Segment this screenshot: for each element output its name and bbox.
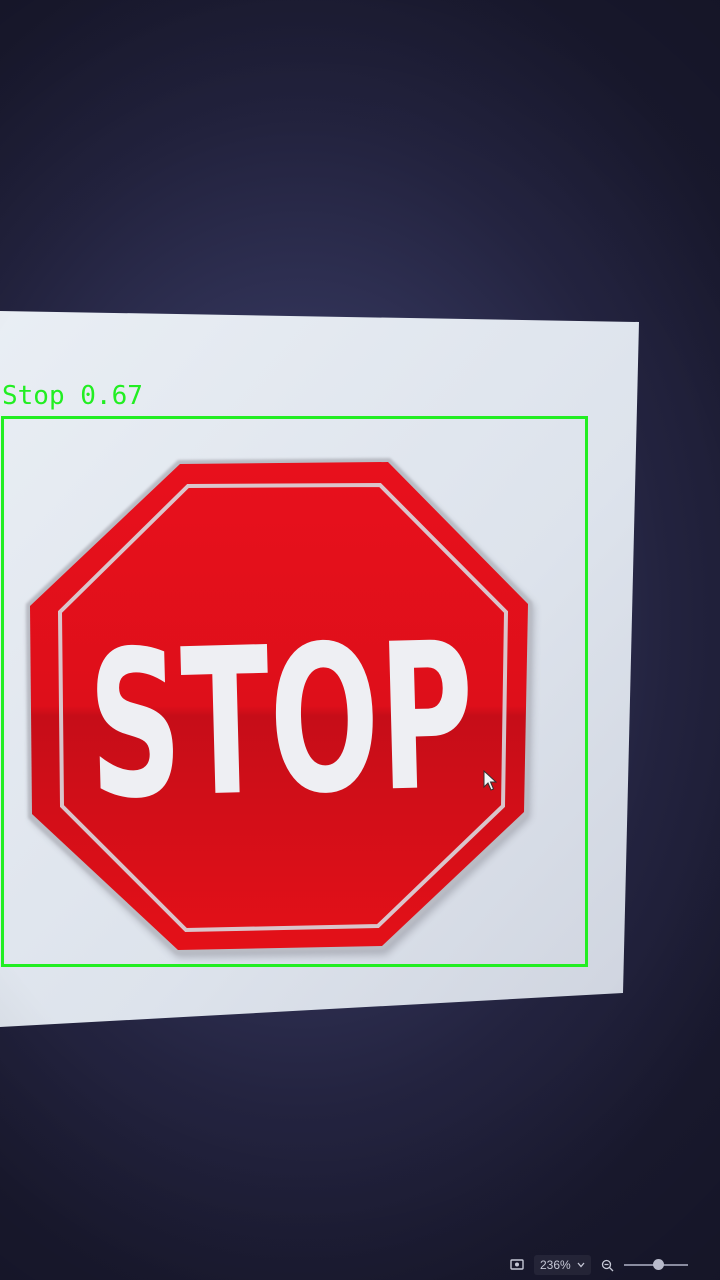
- zoom-slider[interactable]: [623, 1258, 688, 1272]
- chevron-down-icon: [577, 1262, 585, 1268]
- screen-icon[interactable]: [510, 1259, 524, 1271]
- detection-label: Stop 0.67: [2, 381, 143, 411]
- mouse-cursor-icon: [483, 770, 497, 791]
- zoom-level-value: 236%: [540, 1258, 571, 1272]
- zoom-slider-thumb[interactable]: [652, 1259, 664, 1270]
- zoom-out-icon[interactable]: [601, 1259, 614, 1272]
- zoom-level-dropdown[interactable]: 236%: [534, 1255, 591, 1275]
- viewer-status-bar: 236%: [510, 1250, 720, 1280]
- detection-bounding-box: [1, 416, 588, 967]
- photo-scene: STOP Stop 0.67 236%: [0, 0, 720, 1280]
